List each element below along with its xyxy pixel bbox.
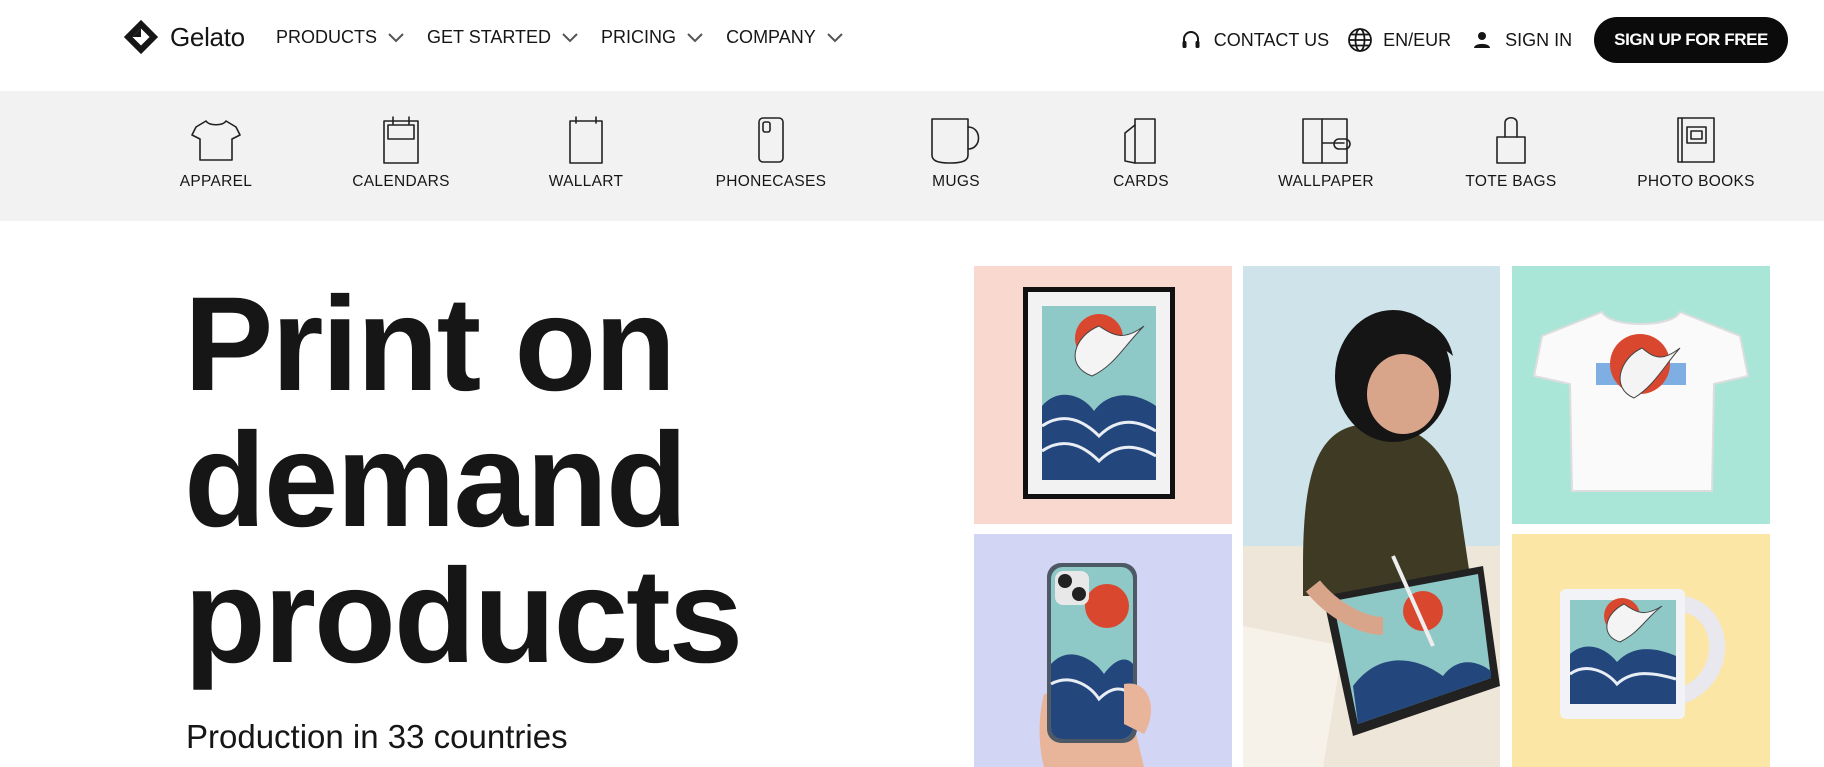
sign-in-link[interactable]: SIGN IN bbox=[1469, 27, 1572, 53]
category-label: MUGS bbox=[932, 173, 980, 190]
category-tote-bags[interactable]: TOTE BAGS bbox=[1436, 115, 1586, 191]
locale-selector[interactable]: EN/EUR bbox=[1347, 27, 1451, 53]
category-label: CARDS bbox=[1113, 173, 1169, 190]
category-label: PHOTO BOOKS bbox=[1637, 173, 1755, 190]
hero-title-line: demand bbox=[184, 406, 688, 555]
category-label: TOTE BAGS bbox=[1465, 173, 1557, 190]
mug-icon bbox=[931, 118, 980, 164]
chevron-down-icon bbox=[388, 33, 404, 43]
category-wallart[interactable]: WALLART bbox=[511, 115, 661, 191]
account-nav: CONTACT US EN/EUR SIGN IN SIGN UP FOR FR… bbox=[1178, 17, 1788, 63]
hero-title: Print on demand products bbox=[184, 270, 743, 691]
category-label: WALLPAPER bbox=[1278, 173, 1374, 190]
category-label: CALENDARS bbox=[352, 173, 450, 190]
category-label: APPAREL bbox=[179, 173, 253, 190]
sign-in-label: SIGN IN bbox=[1505, 29, 1573, 50]
globe-icon bbox=[1348, 28, 1372, 52]
headset-icon bbox=[1182, 31, 1200, 48]
cards-icon bbox=[1124, 118, 1156, 164]
category-cards[interactable]: CARDS bbox=[1066, 115, 1216, 191]
wallart-icon bbox=[569, 116, 603, 164]
nav-company[interactable]: COMPANY bbox=[726, 26, 846, 48]
phonecase-icon bbox=[758, 117, 784, 163]
printed-mug-image bbox=[1512, 534, 1770, 767]
hero-subtitle: Production in 33 countries bbox=[186, 718, 568, 755]
chevron-down-icon bbox=[687, 33, 703, 43]
nav-products-label: PRODUCTS bbox=[276, 26, 378, 47]
tshirt-icon bbox=[191, 120, 241, 161]
contact-us-link[interactable]: CONTACT US bbox=[1178, 27, 1329, 53]
main-nav: PRODUCTS GET STARTED PRICING COMPANY bbox=[276, 26, 846, 48]
user-icon bbox=[1474, 32, 1491, 48]
printed-tshirt-image bbox=[1512, 266, 1770, 524]
category-label: PHONECASES bbox=[715, 173, 827, 190]
category-phonecases[interactable]: PHONECASES bbox=[696, 115, 846, 191]
nav-get-started[interactable]: GET STARTED bbox=[427, 26, 581, 48]
category-apparel[interactable]: APPAREL bbox=[141, 115, 291, 191]
tote-bag-icon bbox=[1496, 116, 1526, 164]
locale-label: EN/EUR bbox=[1383, 29, 1452, 50]
category-wallpaper[interactable]: WALLPAPER bbox=[1251, 115, 1401, 191]
artist-drawing-photo bbox=[1243, 266, 1500, 767]
brand-name: Gelato bbox=[170, 21, 245, 52]
category-photo-books[interactable]: PHOTO BOOKS bbox=[1621, 115, 1771, 191]
hero-title-line: Print on bbox=[184, 270, 676, 419]
category-mugs[interactable]: MUGS bbox=[881, 115, 1031, 191]
phone-case-image bbox=[974, 534, 1232, 767]
photo-book-icon bbox=[1677, 117, 1715, 163]
gelato-logo-icon bbox=[123, 19, 159, 55]
contact-us-label: CONTACT US bbox=[1213, 29, 1330, 50]
top-navigation: Gelato PRODUCTS GET STARTED PRICING COMP… bbox=[0, 0, 1824, 91]
sign-up-button[interactable]: SIGN UP FOR FREE bbox=[1594, 17, 1788, 63]
product-category-bar: APPAREL CALENDARS WALLART PHONECASES MUG… bbox=[0, 91, 1824, 221]
calendar-icon bbox=[383, 116, 419, 164]
nav-pricing-label: PRICING bbox=[601, 26, 677, 47]
wallpaper-icon bbox=[1302, 118, 1351, 164]
chevron-down-icon bbox=[827, 33, 843, 43]
nav-products[interactable]: PRODUCTS bbox=[276, 26, 407, 48]
framed-poster-image bbox=[974, 266, 1232, 524]
nav-get-started-label: GET STARTED bbox=[427, 26, 552, 47]
hero-title-line: products bbox=[184, 542, 743, 691]
nav-company-label: COMPANY bbox=[726, 26, 816, 47]
brand-logo[interactable]: Gelato bbox=[122, 18, 245, 56]
chevron-down-icon bbox=[562, 33, 578, 43]
nav-pricing[interactable]: PRICING bbox=[601, 26, 706, 48]
category-calendars[interactable]: CALENDARS bbox=[326, 115, 476, 191]
category-label: WALLART bbox=[548, 173, 624, 190]
